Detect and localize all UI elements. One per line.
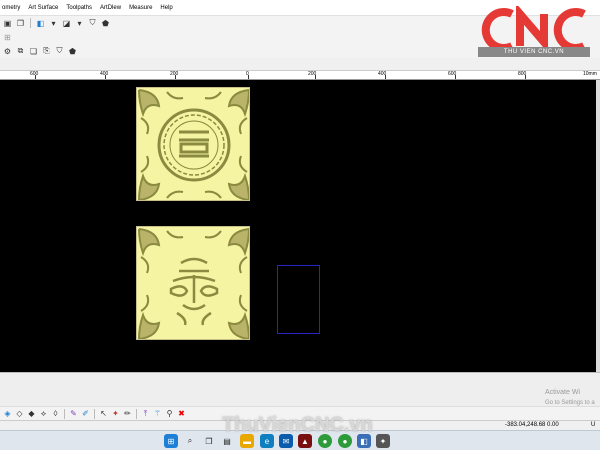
- separator: [136, 408, 137, 419]
- ruler-label: 10mm: [583, 71, 597, 77]
- ruler-tick: [175, 75, 176, 79]
- 3d-viewport[interactable]: [0, 80, 596, 372]
- watermark: ThuVienCNC.vn: [222, 414, 373, 436]
- shield-icon[interactable]: ⛉: [54, 46, 65, 57]
- selection-rectangle[interactable]: [277, 265, 320, 334]
- copy-icon[interactable]: ❐: [15, 18, 26, 29]
- menu-geometry[interactable]: ometry: [2, 5, 20, 11]
- bottom-panel: [0, 372, 600, 406]
- cube-icon[interactable]: ▣: [2, 18, 13, 29]
- node-edit-icon[interactable]: ✦: [110, 408, 121, 419]
- view-zoom-icon[interactable]: ⟡: [38, 408, 49, 419]
- transform-icon[interactable]: ⚙: [2, 46, 13, 57]
- ruler-tick: [525, 75, 526, 79]
- ruler-tick: [385, 75, 386, 79]
- app-3-icon[interactable]: ✦: [376, 434, 390, 448]
- search-icon[interactable]: ⌕: [183, 434, 197, 448]
- separator: [94, 408, 95, 419]
- app-window: ometry Art Surface Toolpaths ArtDlew Mea…: [0, 0, 600, 450]
- task-view-icon[interactable]: ❐: [202, 434, 216, 448]
- activate-line-1: Activate Wi: [545, 389, 581, 396]
- separator: [30, 18, 31, 28]
- menu-measure[interactable]: Measure: [129, 5, 152, 11]
- render-icon[interactable]: ◪: [61, 18, 72, 29]
- relief-tile-1[interactable]: [136, 87, 250, 201]
- menu-art-surface[interactable]: Art Surface: [28, 5, 58, 11]
- smooth-icon[interactable]: ✐: [80, 408, 91, 419]
- view-rotate-icon[interactable]: ◇: [14, 408, 25, 419]
- view-select-icon[interactable]: ◈: [2, 408, 13, 419]
- shield-filled-icon[interactable]: ⬟: [67, 46, 78, 57]
- wand-icon[interactable]: ⚚: [152, 408, 163, 419]
- copy-relief-icon[interactable]: ❏: [28, 46, 39, 57]
- logo-c2-shape: [553, 8, 586, 52]
- menu-toolpaths[interactable]: Toolpaths: [66, 5, 92, 11]
- shield-icon[interactable]: ⛉: [87, 18, 98, 29]
- ruler-tick: [248, 75, 249, 79]
- logo-n-shape: [516, 6, 548, 53]
- ruler-tick: [455, 75, 456, 79]
- dropdown-arrow-icon[interactable]: ▾: [48, 18, 59, 29]
- logo-subtitle: THU VIEN CNC.VN: [478, 47, 590, 57]
- relief-tile-2[interactable]: [136, 226, 250, 340]
- pointer-icon[interactable]: ↖: [98, 408, 109, 419]
- horizontal-ruler: 600 400 200 0 200 400 600 800 10mm: [0, 70, 600, 80]
- activate-windows-notice: Activate Wi Go to Settings to a: [545, 388, 595, 408]
- extrude-icon[interactable]: ⤒: [140, 408, 151, 419]
- shield-filled-icon[interactable]: ⬟: [100, 18, 111, 29]
- delete-icon[interactable]: ✖: [176, 408, 187, 419]
- view-pan-icon[interactable]: ◆: [26, 408, 37, 419]
- sculpt-icon[interactable]: ✎: [68, 408, 79, 419]
- cursor-coordinates: -383.04,248.68 0.00: [505, 422, 559, 428]
- menu-help[interactable]: Help: [160, 5, 172, 11]
- ruler-tick: [105, 75, 106, 79]
- relief-pattern-circle: [138, 89, 249, 200]
- mirror-icon[interactable]: ⧉: [15, 46, 26, 57]
- windows-icon[interactable]: ⊞: [164, 434, 178, 448]
- draw-icon[interactable]: ✏: [122, 408, 133, 419]
- unit-indicator: U: [591, 422, 596, 428]
- view-fit-icon[interactable]: ◊: [50, 408, 61, 419]
- separator: [64, 408, 65, 419]
- ruler-tick: [35, 75, 36, 79]
- paste-relief-icon[interactable]: ⎘: [41, 46, 52, 57]
- brush-icon[interactable]: ⚲: [164, 408, 175, 419]
- grid-icon[interactable]: ⊞: [2, 32, 13, 43]
- dropdown-arrow-icon[interactable]: ▾: [74, 18, 85, 29]
- relief-pattern-bat: [138, 228, 249, 339]
- menu-artview[interactable]: ArtDlew: [100, 5, 121, 11]
- logo-c1-shape: [481, 8, 514, 52]
- vertical-scrollbar[interactable]: [596, 80, 600, 372]
- ruler-tick: [315, 75, 316, 79]
- layer-icon[interactable]: ◧: [35, 18, 46, 29]
